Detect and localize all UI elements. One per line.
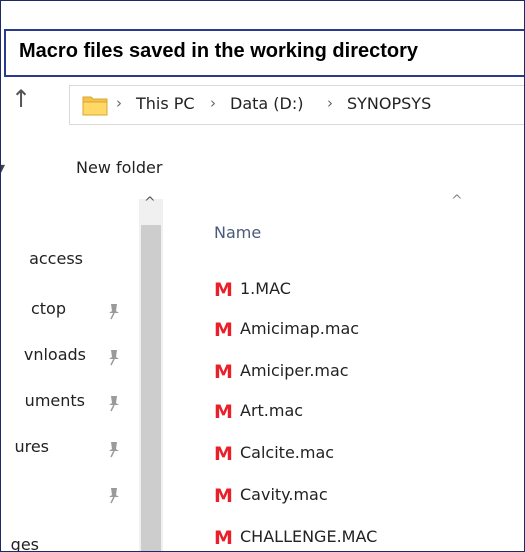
breadcrumb-synopsys[interactable]: SYNOPSYS: [347, 94, 431, 113]
navigation-pane: access ctop vnloads uments ures ges ^: [1, 195, 163, 551]
macro-file-icon: M: [214, 319, 233, 341]
nav-item-label: vnloads: [23, 345, 86, 364]
file-name: Amicimap.mac: [240, 319, 360, 338]
breadcrumb-separator: ›: [327, 94, 333, 112]
nav-item-pinned[interactable]: [1, 483, 131, 513]
scroll-up-icon[interactable]: ^: [144, 195, 156, 211]
file-row[interactable]: M CHALLENGE.MAC: [206, 525, 524, 551]
macro-file-icon: M: [214, 485, 233, 507]
sort-ascending-icon: ^: [451, 193, 463, 209]
file-list: ^ Name M 1.MAC M Amicimap.mac M Amiciper…: [206, 193, 524, 551]
breadcrumb-data-drive[interactable]: Data (D:): [230, 94, 303, 113]
scrollbar-thumb[interactable]: [141, 225, 161, 551]
file-row[interactable]: M Amiciper.mac: [206, 359, 524, 389]
nav-item-label: uments: [24, 391, 85, 410]
pin-icon[interactable]: [106, 301, 122, 321]
file-name: Amiciper.mac: [240, 361, 349, 380]
breadcrumb-separator: ›: [116, 94, 122, 112]
breadcrumb-separator: ›: [210, 94, 216, 112]
nav-item-label: ges: [10, 535, 39, 551]
chevron-down-icon[interactable]: ▾: [1, 158, 5, 177]
file-row[interactable]: M Art.mac: [206, 399, 524, 429]
nav-item-pictures[interactable]: ures: [1, 437, 131, 467]
address-row: ↑ › This PC › Data (D:) › SYNOPSYS: [1, 79, 524, 129]
nav-item-desktop[interactable]: ctop: [1, 299, 131, 329]
breadcrumb-this-pc[interactable]: This PC: [136, 94, 195, 113]
up-arrow-icon[interactable]: ↑: [11, 85, 31, 113]
file-name: Cavity.mac: [240, 485, 328, 504]
address-bar[interactable]: › This PC › Data (D:) › SYNOPSYS: [69, 85, 524, 125]
caption-box: Macro files saved in the working directo…: [4, 29, 524, 77]
column-header-name[interactable]: Name: [214, 223, 261, 242]
nav-pane-scrollbar[interactable]: ^: [139, 195, 163, 551]
screenshot-frame: ↑ › This PC › Data (D:) › SYNOPSYS ▾ New…: [0, 0, 525, 552]
macro-file-icon: M: [214, 527, 233, 549]
file-row[interactable]: M Amicimap.mac: [206, 317, 524, 347]
macro-file-icon: M: [214, 443, 233, 465]
file-row[interactable]: M 1.MAC: [206, 277, 524, 307]
folder-icon: [82, 96, 108, 116]
caption-text: Macro files saved in the working directo…: [19, 40, 419, 62]
command-toolbar: ▾ New folder: [1, 151, 524, 191]
pin-icon[interactable]: [106, 439, 122, 459]
file-name: CHALLENGE.MAC: [240, 527, 378, 546]
nav-item-images[interactable]: ges: [1, 535, 131, 551]
file-explorer-window: ↑ › This PC › Data (D:) › SYNOPSYS ▾ New…: [1, 1, 524, 551]
nav-item-quick-access[interactable]: access: [1, 249, 131, 279]
nav-item-downloads[interactable]: vnloads: [1, 345, 131, 375]
file-name: 1.MAC: [240, 279, 291, 298]
pin-icon[interactable]: [106, 347, 122, 367]
macro-file-icon: M: [214, 401, 233, 423]
nav-item-label: access: [29, 249, 83, 268]
file-row[interactable]: M Cavity.mac: [206, 483, 524, 513]
nav-item-label: ures: [14, 437, 49, 456]
pin-icon[interactable]: [106, 485, 122, 505]
macro-file-icon: M: [214, 279, 233, 301]
file-name: Art.mac: [240, 401, 304, 420]
nav-item-documents[interactable]: uments: [1, 391, 131, 421]
new-folder-button[interactable]: New folder: [76, 158, 162, 177]
file-row[interactable]: M Calcite.mac: [206, 441, 524, 471]
file-name: Calcite.mac: [240, 443, 335, 462]
nav-item-label: ctop: [30, 299, 66, 318]
pin-icon[interactable]: [106, 393, 122, 413]
macro-file-icon: M: [214, 361, 233, 383]
